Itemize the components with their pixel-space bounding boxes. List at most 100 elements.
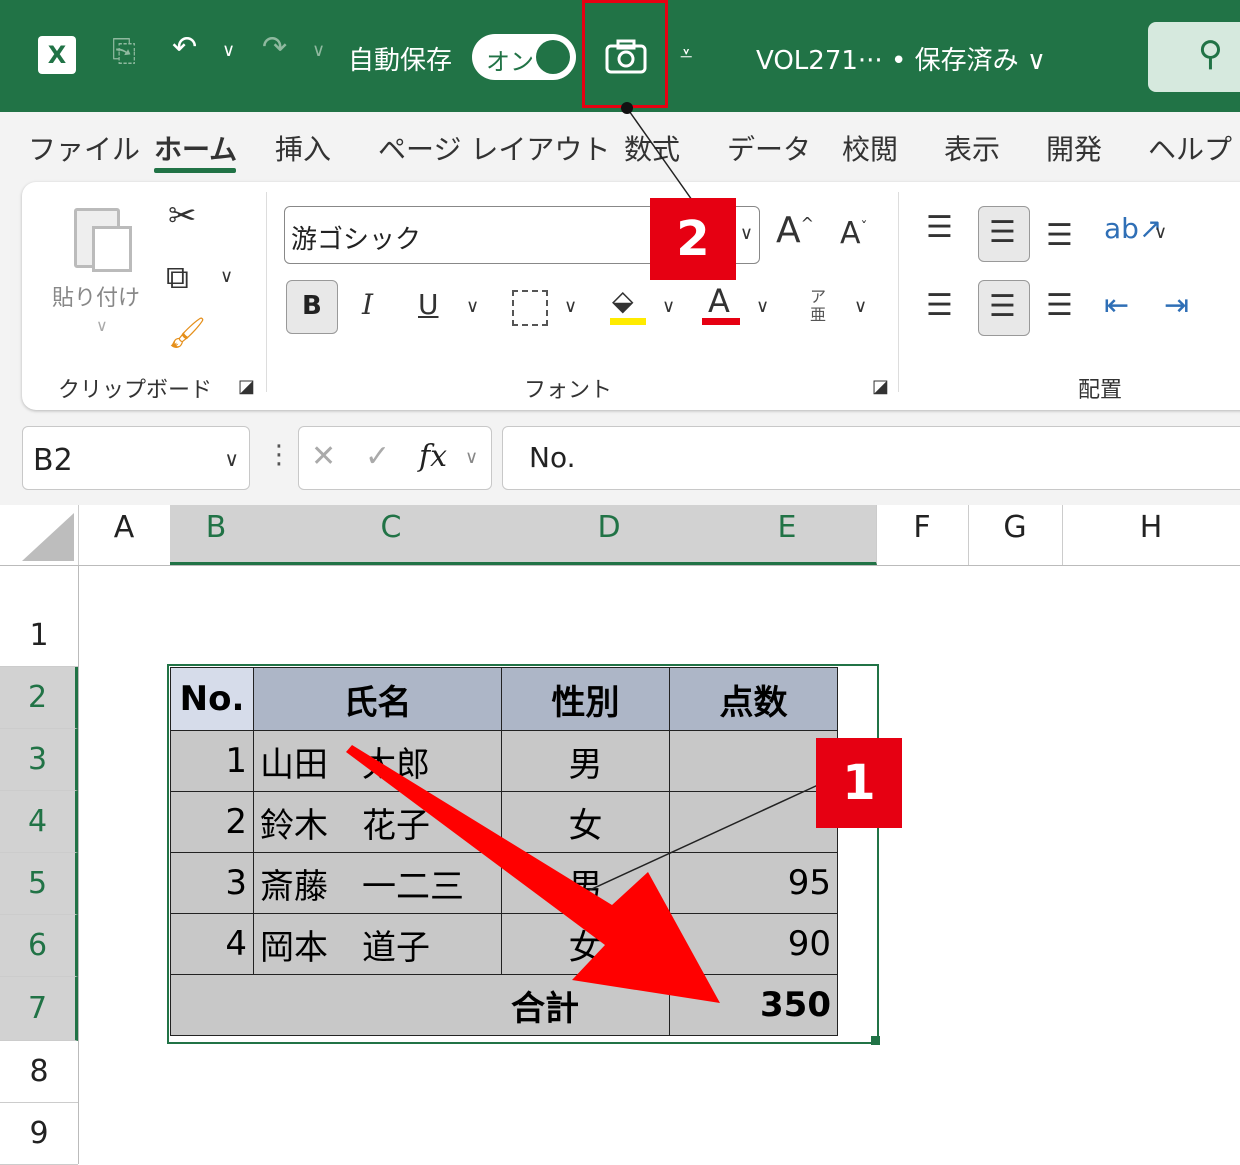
phonetic-icon[interactable]: ア 亜: [810, 288, 826, 324]
align-right-icon[interactable]: ☰: [1046, 288, 1073, 323]
decrease-indent-icon[interactable]: ⇤: [1104, 288, 1129, 323]
name-box[interactable]: B2 ∨: [22, 426, 250, 490]
tab-data[interactable]: データ: [727, 128, 811, 168]
name-box-dropdown-icon[interactable]: ∨: [224, 447, 239, 471]
undo-icon[interactable]: ↶: [172, 30, 197, 65]
cell-score[interactable]: [669, 730, 838, 792]
redo-icon[interactable]: ↷: [262, 30, 287, 65]
cell-no[interactable]: 1: [170, 730, 254, 792]
insert-function-button[interactable]: fx: [419, 439, 447, 474]
row-header-9[interactable]: 9: [0, 1103, 78, 1165]
format-painter-icon[interactable]: 🖌: [168, 316, 206, 351]
file-name[interactable]: VOL271··· • 保存済み ∨: [756, 40, 1046, 77]
phonetic-dropdown-icon[interactable]: ∨: [854, 296, 867, 317]
paste-dropdown-icon[interactable]: ∨: [96, 316, 108, 335]
autosave-toggle[interactable]: オン: [472, 34, 576, 80]
clipboard-formula-icon[interactable]: ⎘: [112, 34, 136, 69]
row-header-4[interactable]: 4: [0, 791, 78, 853]
cell-name[interactable]: 斎藤 一二三: [253, 852, 502, 914]
row-header-1[interactable]: 1: [0, 566, 78, 667]
column-header-a[interactable]: A: [78, 505, 171, 565]
align-center-button[interactable]: ☰: [978, 280, 1030, 336]
row-header-2[interactable]: 2: [0, 667, 78, 729]
cell-no[interactable]: 4: [170, 913, 254, 975]
borders-icon[interactable]: [512, 290, 548, 326]
column-header-g[interactable]: G: [968, 505, 1063, 565]
fill-color-icon[interactable]: ⬙: [612, 284, 634, 317]
shrink-font-button[interactable]: Aˇ: [840, 216, 868, 251]
formula-bar-grip-icon[interactable]: ⋮: [266, 440, 292, 470]
font-name-dropdown-icon[interactable]: ∨: [740, 223, 753, 244]
tab-developer[interactable]: 開発: [1046, 128, 1102, 168]
underline-dropdown-icon[interactable]: ∨: [466, 296, 479, 317]
cell-gender[interactable]: 女: [501, 913, 670, 975]
column-header-f[interactable]: F: [876, 505, 969, 565]
tab-page-layout[interactable]: ページ レイアウト: [378, 128, 610, 168]
column-header-e[interactable]: E: [698, 505, 877, 565]
redo-dropdown-icon[interactable]: ∨: [312, 40, 325, 61]
cell-gender[interactable]: 女: [501, 791, 670, 853]
bold-button[interactable]: B: [286, 280, 338, 334]
search-box[interactable]: ⚲: [1148, 22, 1240, 92]
clipboard-launcher-icon[interactable]: ◪: [238, 376, 255, 397]
grow-font-button[interactable]: A^: [776, 210, 814, 251]
orientation-dropdown-icon[interactable]: ∨: [1154, 222, 1167, 243]
cell-score[interactable]: 95: [669, 852, 838, 914]
header-no[interactable]: No.: [170, 667, 254, 731]
cell-name[interactable]: 鈴木 花子: [253, 791, 502, 853]
camera-button[interactable]: [582, 0, 668, 108]
paste-label[interactable]: 貼り付け: [52, 280, 140, 312]
font-color-dropdown-icon[interactable]: ∨: [756, 296, 769, 317]
copy-dropdown-icon[interactable]: ∨: [220, 266, 233, 287]
enter-icon[interactable]: ✓: [365, 439, 390, 474]
tab-formulas[interactable]: 数式: [624, 128, 680, 168]
tab-file[interactable]: ファイル: [28, 128, 140, 168]
copy-icon[interactable]: ⧉: [166, 258, 189, 297]
borders-dropdown-icon[interactable]: ∨: [564, 296, 577, 317]
customize-qat-icon[interactable]: ⩡: [680, 42, 692, 67]
column-header-b[interactable]: B: [170, 505, 263, 565]
cell-no[interactable]: 2: [170, 791, 254, 853]
cancel-icon[interactable]: ✕: [311, 439, 336, 474]
undo-dropdown-icon[interactable]: ∨: [222, 40, 235, 61]
tab-view[interactable]: 表示: [944, 128, 1000, 168]
fill-handle[interactable]: [871, 1036, 880, 1045]
font-color-label[interactable]: A: [708, 282, 730, 320]
italic-button[interactable]: I: [362, 288, 373, 321]
font-launcher-icon[interactable]: ◪: [872, 376, 889, 397]
column-header-h[interactable]: H: [1062, 505, 1240, 565]
column-header-d[interactable]: D: [520, 505, 699, 565]
fill-color-dropdown-icon[interactable]: ∨: [662, 296, 675, 317]
underline-button[interactable]: U: [418, 288, 439, 321]
row-header-8[interactable]: 8: [0, 1041, 78, 1103]
row-header-7[interactable]: 7: [0, 977, 78, 1041]
cell-score[interactable]: 90: [669, 913, 838, 975]
formula-input[interactable]: No.: [502, 426, 1240, 490]
cell-gender[interactable]: 男: [501, 852, 670, 914]
cut-icon[interactable]: ✂: [168, 196, 197, 236]
align-bottom-icon[interactable]: ☰: [1046, 218, 1073, 253]
total-value[interactable]: 350: [669, 974, 838, 1036]
cell-gender[interactable]: 男: [501, 730, 670, 792]
tab-review[interactable]: 校閲: [842, 128, 898, 168]
paste-icon[interactable]: [74, 202, 132, 272]
select-all-corner[interactable]: [0, 505, 79, 565]
total-label[interactable]: 合計: [170, 974, 670, 1036]
align-left-icon[interactable]: ☰: [926, 288, 953, 323]
row-header-5[interactable]: 5: [0, 853, 78, 915]
cell-name[interactable]: 山田 太郎: [253, 730, 502, 792]
tab-insert[interactable]: 挿入: [275, 128, 331, 168]
header-name[interactable]: 氏名: [253, 667, 502, 731]
column-header-c[interactable]: C: [262, 505, 521, 565]
align-top-icon[interactable]: ☰: [926, 210, 953, 245]
align-middle-button[interactable]: ☰: [978, 206, 1030, 262]
row-header-3[interactable]: 3: [0, 729, 78, 791]
cell-score[interactable]: [669, 791, 838, 853]
increase-indent-icon[interactable]: ⇥: [1164, 288, 1189, 323]
header-gender[interactable]: 性別: [501, 667, 670, 731]
header-score[interactable]: 点数: [669, 667, 838, 731]
row-header-6[interactable]: 6: [0, 915, 78, 977]
tab-help[interactable]: ヘルプ: [1148, 128, 1232, 168]
tab-home[interactable]: ホーム: [154, 128, 237, 168]
cell-name[interactable]: 岡本 道子: [253, 913, 502, 975]
